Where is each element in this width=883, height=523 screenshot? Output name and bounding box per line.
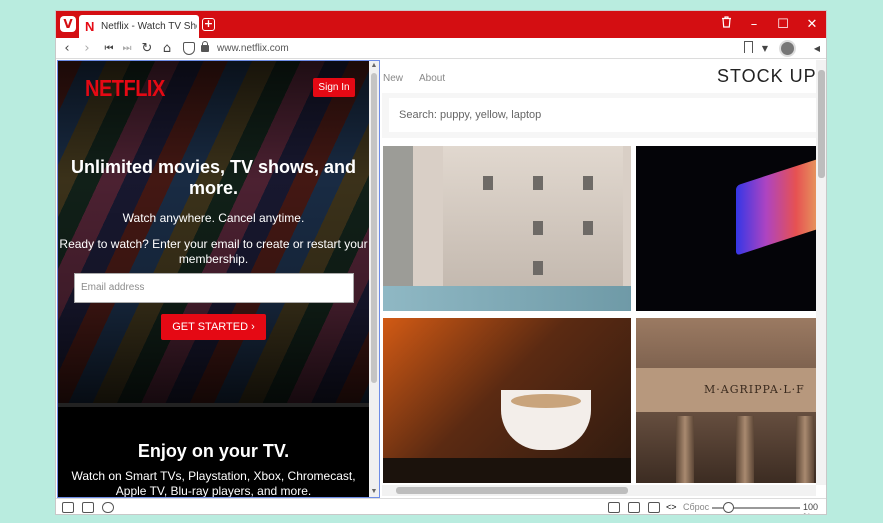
tab-title: Netflix - Watch TV Shows O <box>101 21 197 32</box>
profile-avatar[interactable] <box>779 40 796 57</box>
forward-button[interactable]: › <box>78 39 96 58</box>
tab-bar: V N Netflix - Watch TV Shows O + – ☐ ✕ <box>56 11 826 38</box>
new-tab-button[interactable]: + <box>202 18 215 31</box>
scrollbar-thumb[interactable] <box>818 70 825 178</box>
netflix-scrollbar[interactable]: ▲ ▼ <box>369 61 379 497</box>
trash-icon[interactable] <box>712 11 740 38</box>
lock-icon[interactable] <box>201 41 209 52</box>
tv-section-title: Enjoy on your TV. <box>137 441 290 461</box>
photo-laptop[interactable] <box>636 146 816 311</box>
nav-link-about[interactable]: About <box>419 73 445 84</box>
photo-sky <box>383 286 631 311</box>
netflix-hero: NETFLIX Sign In Unlimited movies, TV sho… <box>58 61 369 405</box>
rewind-button[interactable]: ⏮ <box>100 39 118 58</box>
tab-netflix[interactable]: N Netflix - Watch TV Shows O <box>79 15 199 38</box>
home-button[interactable]: ⌂ <box>158 39 176 58</box>
netflix-pane: NETFLIX Sign In Unlimited movies, TV sho… <box>57 60 380 498</box>
bookmark-icon[interactable] <box>744 41 753 53</box>
status-bar: <> Сброс 100 % <box>56 498 826 514</box>
scrollbar-thumb[interactable] <box>371 73 377 383</box>
photo-coffee[interactable] <box>383 318 631 483</box>
image-icon[interactable] <box>648 502 660 513</box>
photo-building[interactable] <box>383 146 631 311</box>
coffee-surface <box>511 394 581 408</box>
scroll-up-icon[interactable]: ▲ <box>369 61 379 71</box>
get-started-button[interactable]: GET STARTED › <box>161 314 266 340</box>
pantheon-inscription: M·AGRIPPA·L·F <box>704 383 805 396</box>
section-divider <box>58 403 369 407</box>
stockup-pane: New About STOCK UP Search: puppy, yellow… <box>382 60 826 498</box>
hero-subheadline: Watch anywhere. Cancel anytime. <box>122 211 305 225</box>
shield-icon[interactable] <box>183 42 195 55</box>
tile-view-icon[interactable] <box>628 502 640 513</box>
minimize-button[interactable]: – <box>740 11 768 38</box>
browser-window: V N Netflix - Watch TV Shows O + – ☐ ✕ ‹… <box>55 10 827 515</box>
stockup-vertical-scrollbar[interactable] <box>816 60 826 485</box>
camera-icon[interactable] <box>608 502 620 513</box>
scroll-down-icon[interactable]: ▼ <box>369 487 379 497</box>
netflix-logo[interactable]: NETFLIX <box>85 76 165 102</box>
photo-pantheon[interactable]: M·AGRIPPA·L·F <box>636 318 816 483</box>
fast-forward-button[interactable]: ⏭ <box>118 39 136 58</box>
reload-button[interactable]: ↻ <box>138 39 156 58</box>
tab-tiling-icon[interactable] <box>82 502 94 513</box>
stockup-horizontal-scrollbar[interactable] <box>382 485 816 496</box>
maximize-button[interactable]: ☐ <box>769 11 797 38</box>
chevron-down-icon[interactable]: ▼ <box>756 39 774 58</box>
search-input[interactable]: Search: puppy, yellow, laptop <box>389 98 816 132</box>
zoom-slider-knob[interactable] <box>723 502 734 513</box>
scrollbar-thumb[interactable] <box>396 487 628 494</box>
hero-headline: Unlimited movies, TV shows, and more. <box>70 157 357 198</box>
zoom-reset-button[interactable]: Сброс <box>683 502 709 512</box>
vivaldi-menu-icon[interactable]: V <box>60 16 76 32</box>
hero-ready-text: Ready to watch? Enter your email to crea… <box>59 237 368 266</box>
url-text: www.netflix.com <box>217 43 289 54</box>
tv-section-text: Watch on Smart TVs, Playstation, Xbox, C… <box>71 469 356 498</box>
nav-link-new[interactable]: New <box>383 73 403 84</box>
sign-in-button[interactable]: Sign In <box>313 78 355 97</box>
stockup-logo[interactable]: STOCK UP <box>717 66 817 87</box>
panel-icon[interactable] <box>62 502 74 513</box>
panel-toggle-icon[interactable]: ◀ <box>808 39 826 58</box>
cloud-sync-icon[interactable] <box>102 502 114 513</box>
laptop-screen-glow <box>736 156 816 256</box>
netflix-favicon-icon: N <box>85 19 95 34</box>
zoom-level: 100 % <box>803 502 819 514</box>
code-icon[interactable]: <> <box>666 502 678 513</box>
navigation-bar: ‹ › ⏮ ⏭ ↻ ⌂ www.netflix.com ▼ ◀ <box>56 38 826 59</box>
photo-table <box>383 458 631 483</box>
address-bar[interactable]: www.netflix.com <box>183 40 773 57</box>
email-field[interactable]: Email address <box>74 273 354 303</box>
close-button[interactable]: ✕ <box>798 11 826 38</box>
back-button[interactable]: ‹ <box>58 39 76 58</box>
